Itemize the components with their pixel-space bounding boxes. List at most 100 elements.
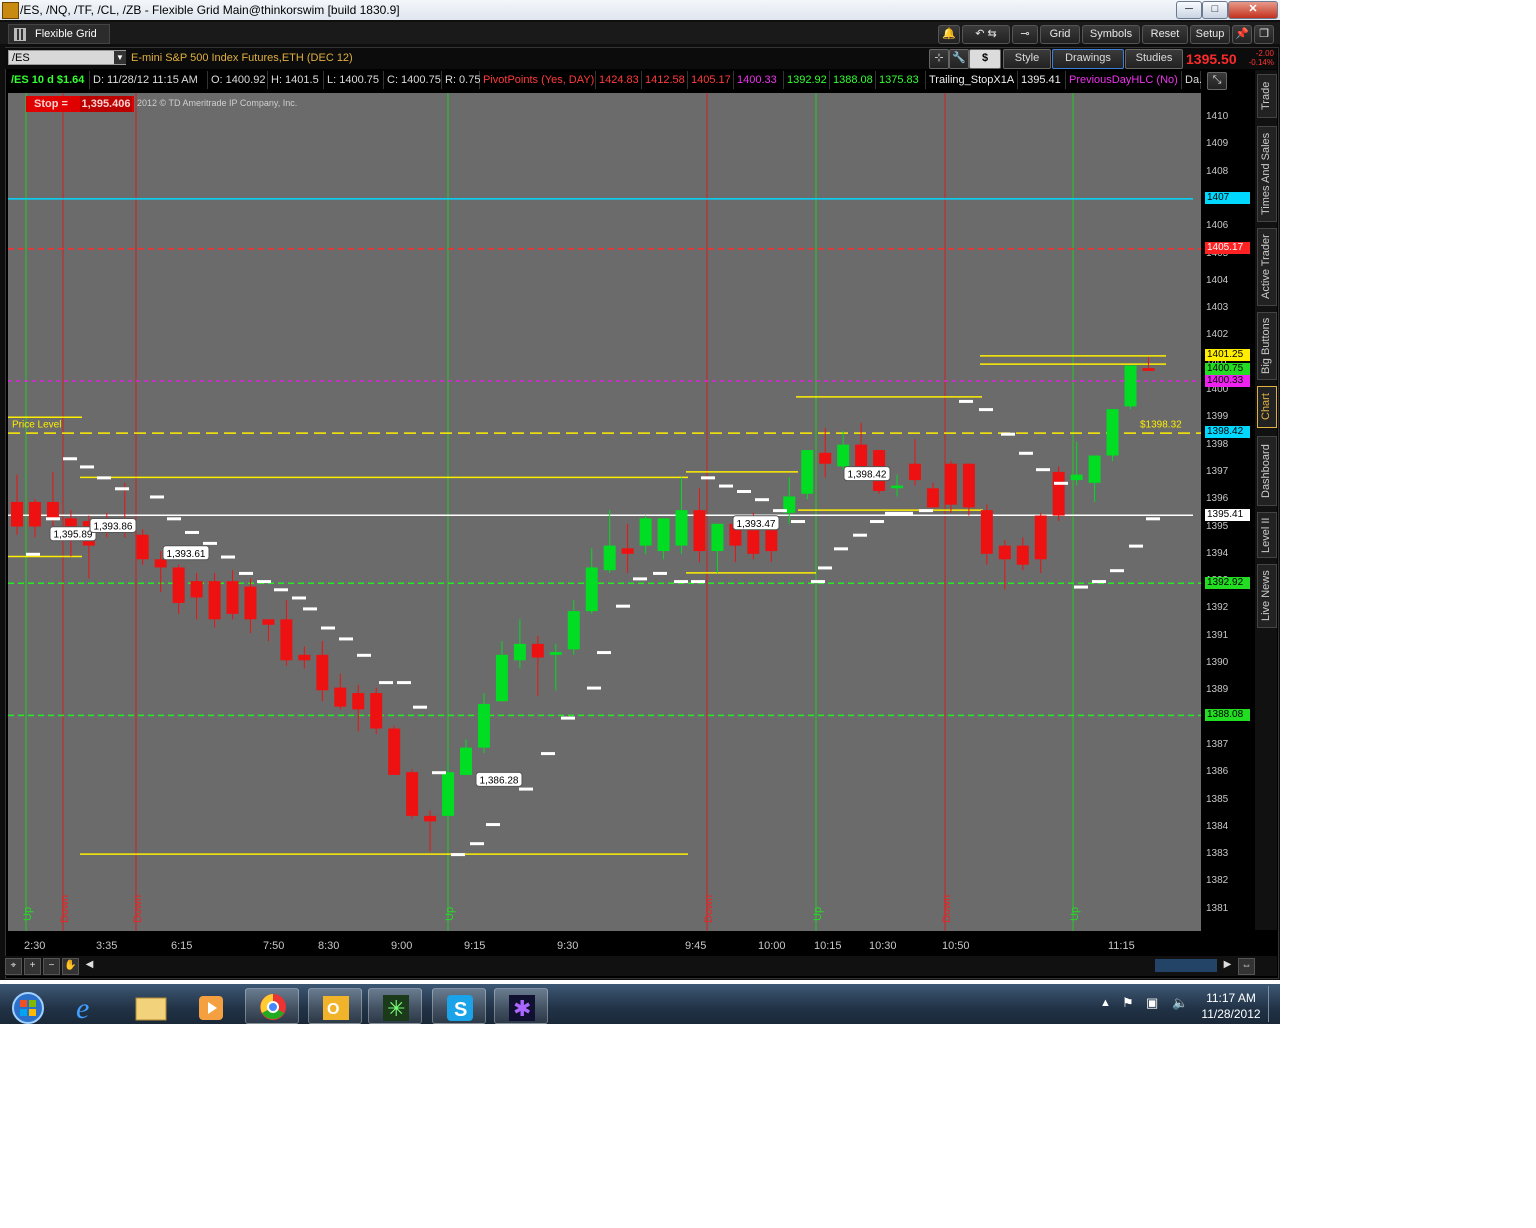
- trailing-stop-mark: [959, 399, 973, 403]
- scroll-left-icon[interactable]: ◀: [82, 958, 97, 973]
- zoom-fit-icon[interactable]: ⌖: [5, 958, 22, 975]
- studies-button[interactable]: Studies: [1125, 49, 1183, 69]
- trailing-stop-mark: [451, 853, 465, 857]
- signal-up-label: Up: [812, 907, 824, 921]
- internet-explorer-icon[interactable]: e: [62, 988, 116, 1025]
- candle-down: [226, 581, 239, 614]
- tab-live-news[interactable]: Live News: [1257, 564, 1277, 628]
- candle-down: [172, 567, 185, 603]
- aggregation[interactable]: /ES 10 d $1.64: [8, 71, 90, 89]
- y-tick-label: 1392: [1206, 602, 1229, 614]
- candle-down: [962, 463, 975, 508]
- candle-down: [190, 581, 203, 598]
- pivot-s2: 1388.08: [830, 71, 876, 89]
- prev-day-hlc-label[interactable]: PreviousDayHLC (No): [1066, 71, 1182, 89]
- stop-label: Stop =: [34, 98, 68, 110]
- trailing-stop-mark: [701, 476, 715, 480]
- crosshair-icon[interactable]: ⊹: [929, 49, 949, 69]
- link-arrows-icon[interactable]: ↶ ⇆: [962, 25, 1010, 44]
- trailing-stop-mark: [357, 653, 371, 657]
- show-desktop-button[interactable]: [1268, 986, 1279, 1022]
- chrome-icon[interactable]: [245, 988, 299, 1024]
- app-asterisk-icon[interactable]: ✱: [494, 988, 548, 1024]
- trailing-stop-mark: [97, 476, 111, 480]
- flexible-grid-tab[interactable]: Flexible Grid: [8, 24, 110, 44]
- zoom-in-icon[interactable]: +: [24, 958, 41, 975]
- symbol-input[interactable]: /ES: [8, 50, 126, 65]
- tag-1407: 1407: [1205, 192, 1250, 204]
- skype-icon[interactable]: S: [432, 988, 486, 1024]
- candle-up: [1106, 409, 1119, 456]
- scroll-right-icon[interactable]: ▶: [1220, 958, 1235, 973]
- detach-icon[interactable]: ❐: [1254, 25, 1274, 44]
- network-icon[interactable]: ▣: [1146, 995, 1158, 1011]
- price-callout: 1,386.28: [480, 775, 519, 786]
- folder-icon[interactable]: [124, 988, 178, 1024]
- pivot-label[interactable]: PivotPoints (Yes, DAY): [480, 71, 596, 89]
- reset-button[interactable]: Reset: [1142, 25, 1188, 44]
- tab-chart[interactable]: Chart: [1257, 386, 1277, 428]
- grid-button[interactable]: Grid: [1040, 25, 1080, 44]
- tag-pivot-s2: 1388.08: [1205, 709, 1250, 721]
- drawings-button[interactable]: Drawings: [1052, 49, 1124, 69]
- more-studies[interactable]: Da...: [1182, 71, 1201, 89]
- pivot-s3: 1375.83: [876, 71, 926, 89]
- symbol-dropdown-icon[interactable]: ▼: [114, 51, 126, 64]
- close-button[interactable]: ✕: [1228, 1, 1278, 19]
- maximize-button[interactable]: □: [1202, 1, 1228, 19]
- copyright: 2012 © TD Ameritrade IP Company, Inc.: [137, 98, 298, 108]
- expand-icon[interactable]: ⤡: [1207, 72, 1227, 90]
- pan-hand-icon[interactable]: ✋: [62, 958, 79, 975]
- style-button[interactable]: Style: [1003, 49, 1051, 69]
- wrench-icon[interactable]: 🔧: [949, 49, 969, 69]
- dollar-button[interactable]: $: [969, 49, 1001, 69]
- thinkorswim-icon[interactable]: ✳: [368, 988, 422, 1024]
- candle-up: [549, 652, 562, 655]
- tag-pivot-r1: 1405.17: [1205, 242, 1250, 254]
- minimize-button[interactable]: ─: [1176, 1, 1202, 19]
- symbols-button[interactable]: Symbols: [1082, 25, 1140, 44]
- trailing-stop-mark: [413, 705, 427, 709]
- candle-down: [1016, 545, 1029, 565]
- price-plot[interactable]: 1,395.89 1,393.86 1,393.61 1,386.28 1,393.47…: [8, 93, 1201, 931]
- candle-up: [1088, 455, 1101, 483]
- start-button[interactable]: [2, 988, 56, 1024]
- signal-down-label: Down: [703, 895, 715, 923]
- zoom-out-icon[interactable]: −: [43, 958, 60, 975]
- y-tick-label: 1386: [1206, 766, 1229, 778]
- pivot-s1: 1392.92: [784, 71, 830, 89]
- trailing-stop-mark: [899, 511, 913, 515]
- outlook-icon[interactable]: O: [308, 988, 362, 1024]
- tab-trade[interactable]: Trade: [1257, 74, 1277, 118]
- trailing-stop-mark: [239, 571, 253, 575]
- tab-level-ii[interactable]: Level II: [1257, 512, 1277, 558]
- pivot-r1: 1405.17: [688, 71, 734, 89]
- tab-active-trader[interactable]: Active Trader: [1257, 228, 1277, 306]
- bell-icon[interactable]: 🔔: [938, 25, 960, 44]
- trailing-stop-mark: [737, 490, 751, 494]
- candle-down: [424, 815, 437, 822]
- candle-down: [1142, 368, 1155, 371]
- pin-icon[interactable]: 📌: [1232, 25, 1252, 44]
- action-center-flag-icon[interactable]: ⚑: [1122, 995, 1134, 1011]
- x-tick-label: 10:15: [814, 940, 842, 952]
- media-player-icon[interactable]: [184, 988, 238, 1024]
- tag-1398: 1398.42: [1205, 426, 1250, 438]
- tab-dashboard[interactable]: Dashboard: [1257, 436, 1277, 506]
- setup-button[interactable]: Setup: [1190, 25, 1230, 44]
- pct-change: -0.14%: [1248, 58, 1274, 67]
- tab-times-and-sales[interactable]: Times And Sales: [1257, 126, 1277, 222]
- tab-big-buttons[interactable]: Big Buttons: [1257, 312, 1277, 380]
- trailing-stop-mark: [26, 552, 40, 556]
- key-icon[interactable]: ⊸: [1012, 25, 1038, 44]
- symbol-description: E-mini S&P 500 Index Futures,ETH (DEC 12…: [131, 52, 353, 64]
- tray-expand-icon[interactable]: ▲: [1100, 997, 1111, 1009]
- system-clock[interactable]: 11:17 AM 11/28/2012: [1198, 990, 1264, 1022]
- scrollbar-thumb[interactable]: [1155, 959, 1217, 972]
- trailing-stop-mark: [719, 484, 733, 488]
- y-tick-label: 1382: [1206, 875, 1229, 887]
- volume-icon[interactable]: 🔈: [1172, 995, 1188, 1011]
- trailing-stop-label[interactable]: Trailing_StopX1A: [926, 71, 1018, 89]
- y-tick-label: 1389: [1206, 684, 1229, 696]
- expand-horizontal-icon[interactable]: ⇔: [1238, 958, 1255, 975]
